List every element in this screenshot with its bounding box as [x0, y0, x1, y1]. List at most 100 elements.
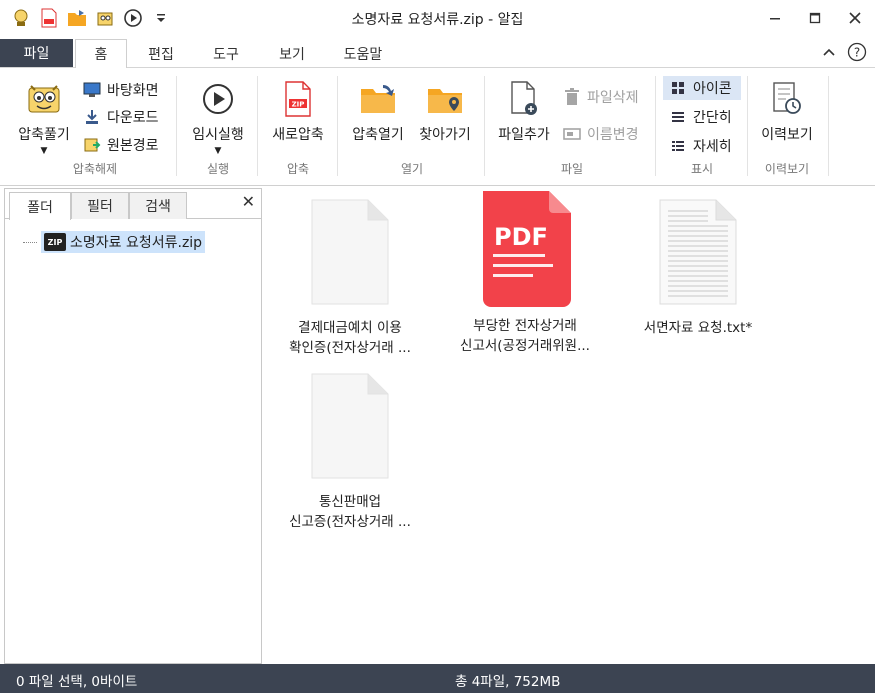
temp-run-button[interactable]: 임시실행 ▼ — [186, 80, 250, 156]
total-status: 총 4파일, 752MB — [455, 674, 561, 690]
customize-dropdown-icon[interactable] — [150, 7, 172, 29]
panel-close-button[interactable]: ✕ — [242, 192, 255, 211]
tab-help[interactable]: 도움말 — [330, 39, 396, 68]
selection-status: 0 파일 선택, 0바이트 — [16, 674, 138, 690]
download-icon — [83, 108, 101, 126]
minimize-icon — [770, 18, 780, 20]
ribbon-separator — [484, 76, 485, 176]
close-icon — [849, 12, 861, 24]
desktop-icon — [83, 81, 101, 99]
text-file-icon — [648, 196, 748, 308]
ribbon-controls: ? — [823, 42, 867, 62]
ribbon-separator — [337, 76, 338, 176]
file-name: 서면자료 요청.txt* — [643, 320, 753, 336]
view-detail-button[interactable]: 자세히 — [663, 134, 732, 158]
original-path-label: 원본경로 — [107, 138, 159, 154]
zip-archive-icon: ZIP — [44, 233, 66, 251]
tab-tools[interactable]: 도구 — [200, 39, 252, 68]
tab-view[interactable]: 보기 — [266, 39, 318, 68]
tab-edit[interactable]: 편집 — [135, 39, 187, 68]
group-label-run: 실행 — [206, 162, 230, 176]
panel-tabs: 폴더 필터 검색 ✕ — [5, 189, 261, 220]
add-file-label: 파일추가 — [498, 127, 550, 143]
file-item[interactable]: 서면자료 요청.txt* — [618, 196, 778, 338]
minimize-button[interactable] — [755, 0, 795, 36]
file-item[interactable]: 통신판매업 신고증(전자상거래 ... — [270, 370, 430, 532]
title-bar: 소명자료 요청서류.zip - 알집 — [0, 0, 875, 36]
window-controls — [755, 0, 875, 36]
temp-run-label: 임시실행 — [192, 127, 244, 143]
view-simple-label: 간단히 — [693, 110, 732, 126]
view-simple-button[interactable]: 간단히 — [663, 105, 732, 129]
new-zip-icon: ZIP — [279, 80, 317, 118]
delete-file-label: 파일삭제 — [587, 90, 639, 106]
history-label: 이력보기 — [761, 127, 813, 143]
extract-to-desktop-button[interactable]: 바탕화면 — [83, 78, 159, 102]
file-item[interactable]: PDF 부당한 전자상거래 신고서(공정거래위원... — [445, 190, 605, 356]
ribbon-separator — [828, 76, 829, 176]
folder-panel: 폴더 필터 검색 ✕ ZIP 소명자료 요청서류.zip — [4, 188, 262, 664]
extract-to-original-path-button[interactable]: 원본경로 — [83, 133, 159, 157]
new-compress-label: 새로압축 — [272, 127, 324, 143]
open-archive-button[interactable]: 압축열기 — [345, 80, 411, 144]
tab-folder[interactable]: 폴더 — [9, 192, 71, 220]
folder-tree: ZIP 소명자료 요청서류.zip — [23, 231, 206, 253]
tab-search[interactable]: 검색 — [129, 192, 187, 219]
tree-node-root[interactable]: ZIP 소명자료 요청서류.zip — [41, 231, 206, 253]
list-icon — [669, 108, 687, 126]
group-label-view: 표시 — [690, 162, 714, 176]
extract-mascot-icon — [25, 80, 63, 118]
new-compress-button[interactable]: ZIP 새로압축 — [266, 80, 330, 144]
ribbon-separator — [257, 76, 258, 176]
zip-badge-text: ZIP — [47, 237, 63, 247]
group-label-compress: 압축 — [286, 162, 310, 176]
add-file-button[interactable]: 파일추가 — [492, 80, 556, 144]
status-bar: 0 파일 선택, 0바이트 총 4파일, 752MB — [0, 664, 875, 693]
new-zip-icon[interactable] — [38, 7, 60, 29]
maximize-button[interactable] — [795, 0, 835, 36]
extract-mascot-icon[interactable] — [94, 7, 116, 29]
ribbon-separator — [747, 76, 748, 176]
delete-file-button[interactable]: 파일삭제 — [563, 85, 639, 109]
run-icon[interactable] — [122, 7, 144, 29]
rename-button[interactable]: 이름변경 — [563, 122, 639, 146]
svg-text:ZIP: ZIP — [292, 101, 305, 109]
ribbon-separator — [655, 76, 656, 176]
view-icon-label: 아이콘 — [693, 81, 732, 97]
file-name: 결제대금예치 이용 확인증(전자상거래 ... — [289, 320, 411, 356]
view-icon-button[interactable]: 아이콘 — [663, 76, 741, 100]
rename-label: 이름변경 — [587, 127, 639, 143]
group-label-history: 이력보기 — [764, 162, 810, 176]
folder-location-icon — [426, 80, 464, 118]
original-path-icon — [83, 136, 101, 154]
blank-file-icon — [300, 196, 400, 308]
tree-node-label: 소명자료 요청서류.zip — [70, 235, 203, 251]
collapse-ribbon-icon[interactable] — [823, 47, 835, 57]
pdf-file-icon: PDF — [475, 190, 575, 308]
blank-file-icon — [300, 370, 400, 482]
quick-access-toolbar — [0, 7, 172, 29]
tab-file[interactable]: 파일 — [0, 39, 73, 67]
close-window-button[interactable] — [835, 0, 875, 36]
tab-home[interactable]: 홈 — [75, 39, 127, 69]
history-button[interactable]: 이력보기 — [754, 80, 820, 144]
desktop-label: 바탕화면 — [107, 83, 159, 99]
svg-text:?: ? — [854, 46, 860, 60]
history-icon — [768, 80, 806, 118]
file-name: 부당한 전자상거래 신고서(공정거래위원... — [460, 318, 590, 354]
extract-to-download-button[interactable]: 다운로드 — [83, 105, 159, 129]
tab-filter[interactable]: 필터 — [71, 192, 129, 219]
help-icon[interactable]: ? — [847, 42, 867, 62]
file-list-panel: 결제대금예치 이용 확인증(전자상거래 ... PDF 부당한 전자상거래 신고서(… — [265, 188, 875, 664]
file-name: 통신판매업 신고증(전자상거래 ... — [289, 494, 411, 530]
open-folder-icon — [359, 80, 397, 118]
group-label-file: 파일 — [560, 162, 584, 176]
ribbon-tabs: 파일 홈 편집 도구 보기 도움말 ? — [0, 36, 875, 69]
file-item[interactable]: 결제대금예치 이용 확인증(전자상거래 ... — [270, 196, 430, 358]
tree-connector — [23, 241, 37, 243]
alzip-logo-icon[interactable] — [10, 7, 32, 29]
find-location-label: 찾아가기 — [419, 127, 471, 143]
find-location-button[interactable]: 찾아가기 — [412, 80, 478, 144]
open-folder-icon[interactable] — [66, 7, 88, 29]
extract-button[interactable]: 압축풀기 ▼ — [12, 80, 76, 156]
